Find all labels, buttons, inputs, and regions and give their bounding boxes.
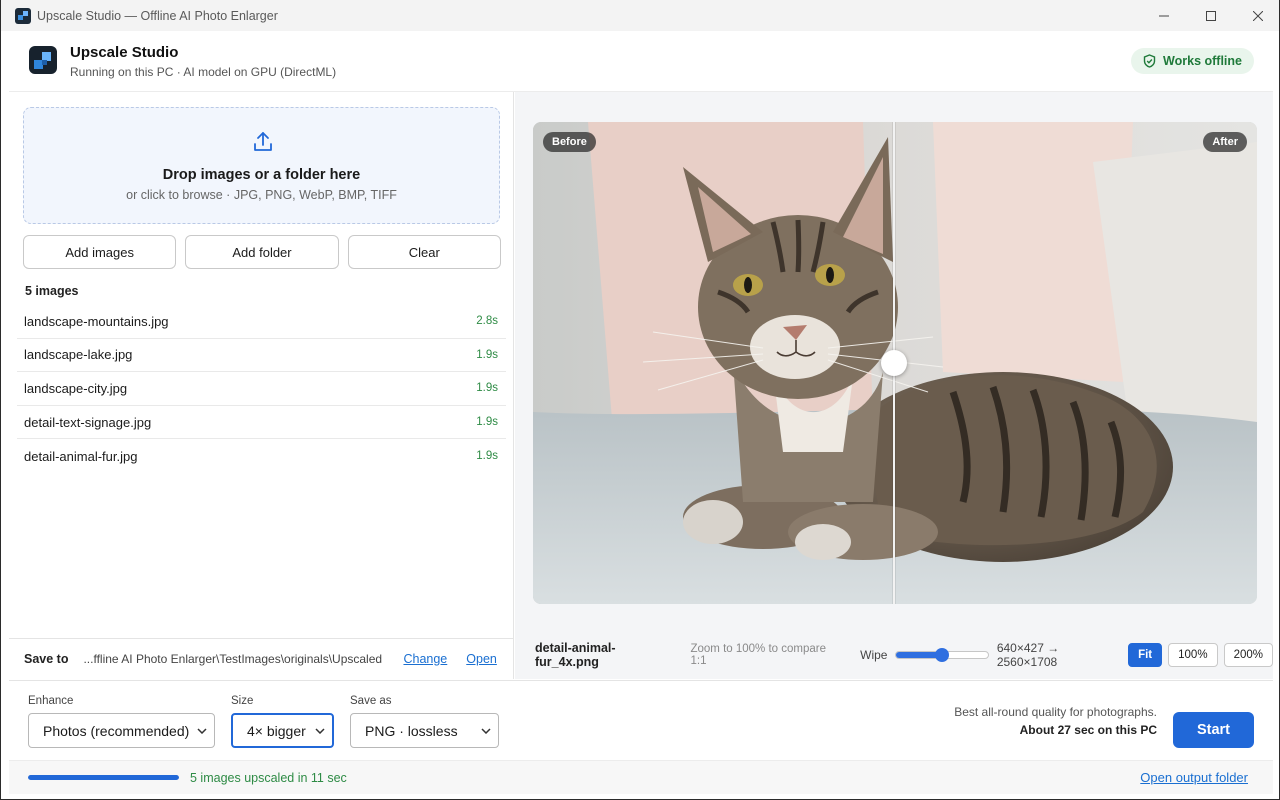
preview-filename: detail-animal-fur_4x.png — [535, 641, 616, 669]
start-button[interactable]: Start — [1173, 712, 1254, 748]
wipe-handle[interactable] — [881, 350, 907, 376]
save-to-path: ...ffline AI Photo Enlarger\TestImages\o… — [83, 652, 383, 666]
estimate-time: About 27 sec on this PC — [1019, 723, 1157, 737]
wipe-slider-thumb[interactable] — [935, 648, 950, 662]
app-subtitle: Running on this PC · AI model on GPU (Di… — [70, 65, 337, 79]
size-label: Size — [231, 695, 254, 707]
enhance-control: Enhance Photos (recommended) — [28, 695, 215, 748]
save-as-label: Save as — [350, 695, 392, 707]
change-link[interactable]: Change — [403, 652, 447, 666]
file-name: landscape-city.jpg — [24, 380, 128, 396]
list-item[interactable]: detail-text-signage.jpg 1.9s — [17, 406, 506, 440]
list-item[interactable]: landscape-lake.jpg 1.9s — [17, 339, 506, 373]
zoom-200-button[interactable]: 200% — [1223, 643, 1273, 667]
time-estimate: Best all-round quality for photographs. … — [954, 705, 1157, 737]
wipe-label: Wipe — [860, 648, 888, 662]
add-folder-button[interactable]: Add folder — [185, 235, 339, 269]
preview-toolbar: detail-animal-fur_4x.png Zoom to 100% to… — [515, 640, 1273, 670]
size-control: Size 4× bigger — [231, 695, 334, 748]
save-as-select[interactable]: PNG · lossless — [350, 713, 499, 748]
status-message: 5 images upscaled in 11 sec — [190, 770, 347, 785]
list-item[interactable]: landscape-city.jpg 1.9s — [17, 372, 506, 406]
file-time: 1.9s — [476, 450, 498, 463]
window-controls — [1140, 0, 1279, 31]
drop-zone-subtitle: or click to browse · JPG, PNG, WebP, BMP… — [126, 188, 397, 202]
left-panel: Drop images or a folder here or click to… — [9, 92, 514, 679]
file-time: 1.9s — [476, 416, 498, 429]
enhance-label: Enhance — [28, 695, 74, 707]
title-bar: Upscale Studio — Offline AI Photo Enlarg… — [1, 0, 1279, 31]
file-list: landscape-mountains.jpg 2.8s landscape-l… — [17, 305, 506, 473]
app-logo — [29, 46, 57, 74]
save-to-bar: Save to ...ffline AI Photo Enlarger\Test… — [9, 638, 513, 679]
progress-bar — [28, 775, 179, 780]
file-name: detail-text-signage.jpg — [24, 414, 152, 430]
file-time: 2.8s — [476, 315, 498, 328]
save-as-control: Save as PNG · lossless — [350, 695, 499, 748]
shield-check-icon — [1143, 54, 1156, 68]
wipe-slider[interactable] — [895, 648, 989, 662]
app-name: Upscale Studio — [70, 44, 179, 61]
list-item[interactable]: landscape-mountains.jpg 2.8s — [17, 305, 506, 339]
chevron-down-icon — [197, 727, 207, 734]
image-count: 5 images — [25, 284, 79, 298]
drop-zone-title: Drop images or a folder here — [162, 167, 361, 183]
progress-fill — [28, 775, 179, 780]
zoom-fit-button[interactable]: Fit — [1128, 643, 1163, 667]
preview-panel: Before After detail-animal-fur_4x.png Zo… — [515, 92, 1273, 679]
minimize-button[interactable] — [1140, 0, 1187, 31]
maximize-icon — [1205, 10, 1216, 21]
image-dimensions: 640×427 → 2560×1708 — [996, 641, 1060, 669]
before-tag: Before — [543, 132, 596, 152]
zoom-hint: Zoom to 100% to compare 1:1 — [690, 643, 826, 667]
app-window: Upscale Studio — Offline AI Photo Enlarg… — [0, 0, 1280, 800]
save-to-label: Save to — [24, 652, 69, 666]
file-name: landscape-lake.jpg — [24, 347, 133, 363]
close-icon — [1252, 10, 1263, 21]
add-images-button[interactable]: Add images — [23, 235, 177, 269]
file-name: detail-animal-fur.jpg — [24, 448, 138, 464]
app-header: Upscale Studio Running on this PC · AI m… — [9, 31, 1273, 92]
open-link[interactable]: Open — [466, 652, 497, 666]
upload-icon — [254, 132, 272, 151]
size-select[interactable]: 4× bigger — [231, 713, 334, 748]
after-tag: After — [1203, 132, 1247, 152]
file-time: 1.9s — [476, 348, 498, 361]
chevron-down-icon — [481, 727, 491, 734]
chevron-down-icon — [315, 727, 325, 734]
close-button[interactable] — [1234, 0, 1279, 31]
drop-zone[interactable]: Drop images or a folder here or click to… — [23, 107, 500, 224]
file-actions: Add images Add folder Clear — [23, 235, 501, 269]
file-name: landscape-mountains.jpg — [24, 313, 169, 329]
clear-button[interactable]: Clear — [347, 235, 501, 269]
minimize-icon — [1158, 15, 1169, 16]
open-output-folder-link[interactable]: Open output folder — [1140, 770, 1248, 785]
window-title: Upscale Studio — Offline AI Photo Enlarg… — [37, 8, 278, 23]
offline-badge-label: Works offline — [1163, 54, 1242, 68]
settings-bar: Enhance Photos (recommended) Size 4× big… — [9, 680, 1273, 760]
before-after-preview[interactable]: Before After — [533, 122, 1257, 604]
estimate-description: Best all-round quality for photographs. — [954, 705, 1157, 719]
save-as-value: PNG · lossless — [365, 722, 458, 739]
file-time: 1.9s — [476, 382, 498, 395]
list-item[interactable]: detail-animal-fur.jpg 1.9s — [17, 439, 506, 473]
zoom-100-button[interactable]: 100% — [1168, 643, 1218, 667]
status-bar: 5 images upscaled in 11 sec Open output … — [9, 760, 1273, 794]
size-value: 4× bigger — [247, 722, 306, 739]
app-icon — [15, 7, 31, 24]
enhance-select[interactable]: Photos (recommended) — [28, 713, 215, 748]
maximize-button[interactable] — [1187, 0, 1234, 31]
enhance-value: Photos (recommended) — [43, 722, 190, 739]
offline-badge: Works offline — [1131, 48, 1254, 74]
